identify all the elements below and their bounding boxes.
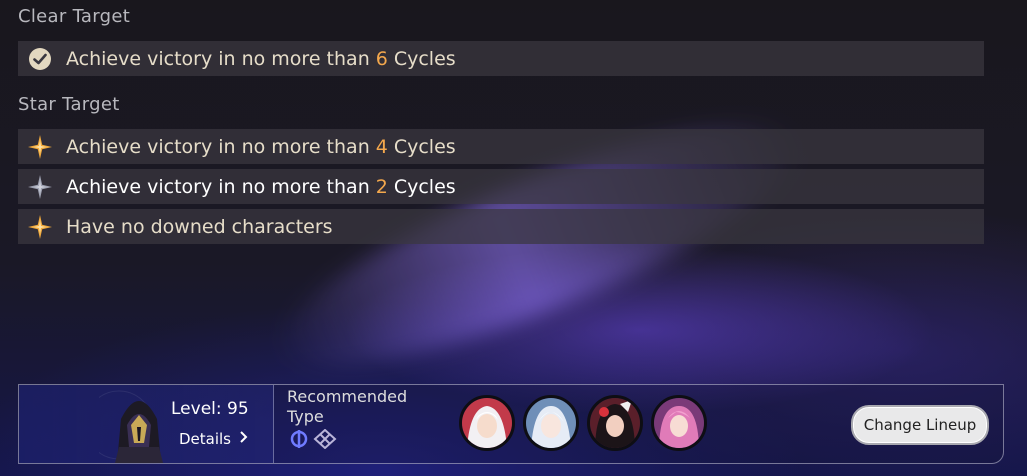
details-link[interactable]: Details [179, 430, 251, 448]
character-avatar-1[interactable] [459, 395, 515, 451]
details-label: Details [179, 430, 232, 448]
star-gold-icon [27, 134, 53, 160]
recommended-types [289, 428, 337, 453]
target-unit: Cycles [393, 47, 456, 70]
star-grey-icon [27, 174, 53, 200]
star-target-row-2: Achieve victory in no more than 2 Cycles [18, 169, 984, 204]
target-unit: Cycles [393, 135, 456, 158]
target-text: Achieve victory in no more than [66, 135, 370, 158]
star-target-row-3: Have no downed characters [18, 209, 984, 244]
target-text: Have no downed characters [66, 215, 333, 238]
change-lineup-button[interactable]: Change Lineup [851, 405, 989, 445]
enemy-level: Level: 95 [171, 399, 249, 419]
target-text: Achieve victory in no more than [66, 47, 370, 70]
character-avatar-4[interactable] [651, 395, 707, 451]
star-gold-icon [27, 214, 53, 240]
check-circle-icon [27, 46, 53, 72]
chevron-right-icon [237, 430, 251, 448]
star-target-row-1: Achieve victory in no more than 4 Cycles [18, 129, 984, 164]
recommended-avatars [459, 395, 707, 451]
enemy-boss-panel: Level: 95 Details [19, 385, 274, 463]
target-number: 4 [375, 135, 388, 158]
star-target-heading: Star Target [18, 94, 120, 115]
target-unit: Cycles [393, 175, 456, 198]
target-number: 6 [375, 47, 388, 70]
clear-target-heading: Clear Target [18, 6, 131, 27]
enemy-boss-portrait [99, 390, 163, 463]
character-avatar-2[interactable] [523, 395, 579, 451]
character-avatar-3[interactable] [587, 395, 643, 451]
imaginary-type-icon [289, 429, 309, 453]
quantum-type-icon [313, 428, 337, 453]
target-number: 2 [375, 175, 388, 198]
clear-target-row: Achieve victory in no more than 6 Cycles [18, 41, 984, 76]
lineup-panel: Level: 95 Details Recommended Type Chang… [18, 384, 1004, 464]
target-text: Achieve victory in no more than [66, 175, 370, 198]
recommended-type-label: Recommended Type [287, 387, 408, 426]
